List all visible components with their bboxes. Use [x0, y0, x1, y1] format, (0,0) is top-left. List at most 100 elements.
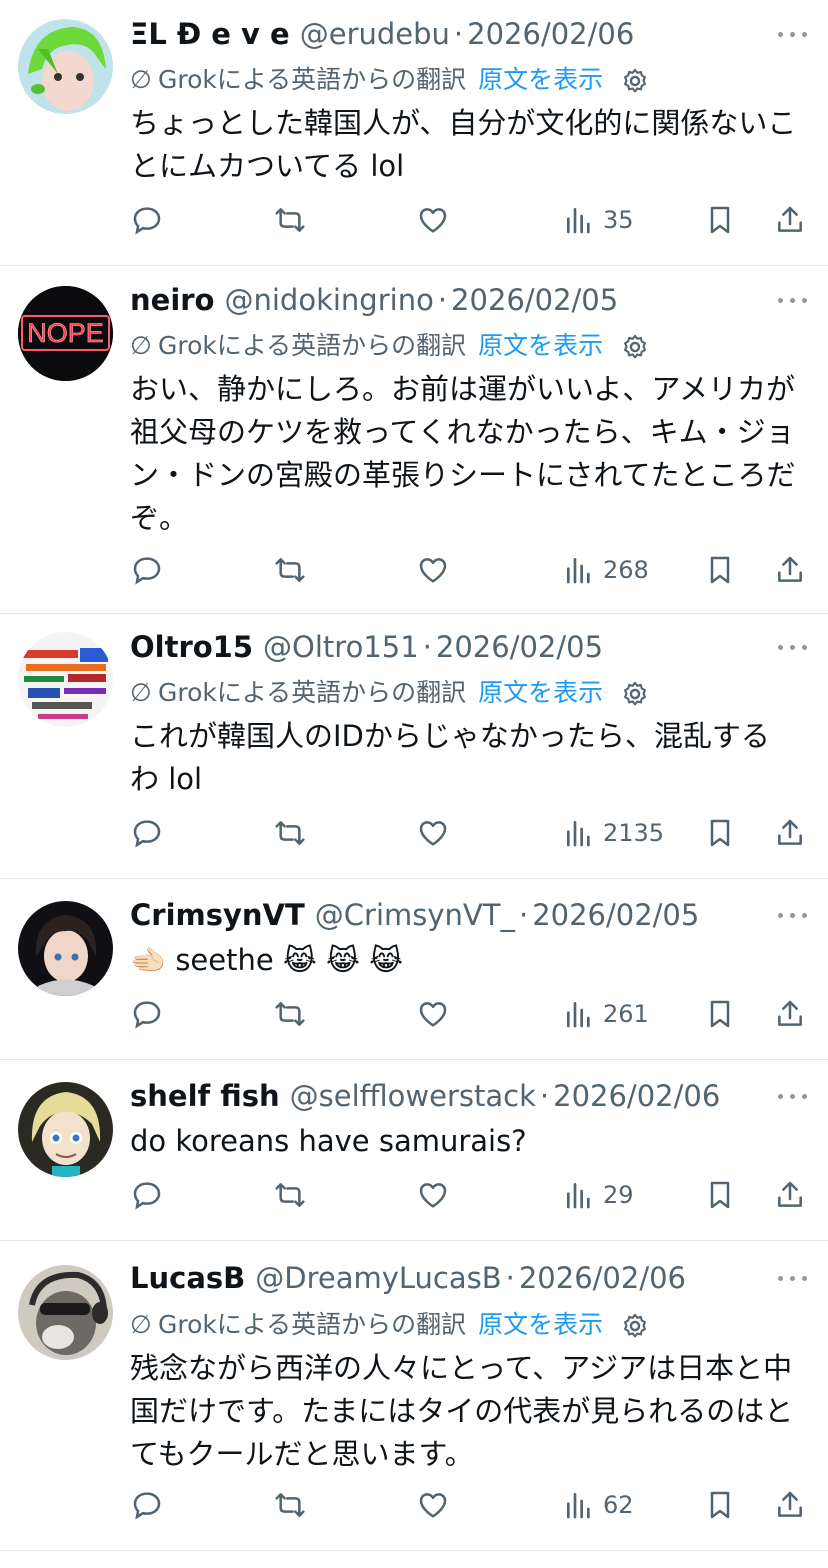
post-body: ちょっとした韓国人が、自分が文化的に関係ないことにムカついてる lol [130, 106, 797, 183]
more-icon[interactable] [776, 900, 810, 930]
view-count: 268 [603, 556, 649, 584]
separator: · [505, 1261, 515, 1295]
handle[interactable]: @selfflowerstack [290, 1079, 536, 1113]
repost-icon [275, 558, 305, 582]
repost-icon [275, 1002, 305, 1026]
handle[interactable]: @Oltro151 [263, 630, 419, 664]
handle[interactable]: @CrimsynVT_ [315, 898, 515, 932]
display-name[interactable]: ΞL Đ e v e [130, 17, 290, 51]
post-body: 残念ながら西洋の人々にとって、アジアは日本と中国だけです。たまにはタイの代表が見… [130, 1351, 794, 1471]
avatar[interactable]: NOPE [18, 286, 113, 381]
reply-icon [133, 207, 161, 235]
show-original-link[interactable]: 原文を表示 [478, 678, 603, 707]
post-header: shelf fish @selfflowerstack · 2026/02/06 [130, 1076, 768, 1116]
views-icon [567, 1493, 590, 1519]
display-name[interactable]: shelf fish [130, 1079, 280, 1113]
translate-slash-icon: ∅ [130, 678, 152, 707]
post-header: Oltro15 @Oltro151 · 2026/02/05 [130, 627, 768, 667]
display-name[interactable]: Oltro15 [130, 630, 253, 664]
views-icon [567, 821, 590, 847]
avatar[interactable] [18, 632, 113, 727]
handle[interactable]: @DreamyLucasB [255, 1261, 501, 1295]
like-icon [419, 1493, 447, 1518]
post-date[interactable]: 2026/02/06 [519, 1261, 686, 1295]
action-bar: 35 [0, 198, 828, 242]
handle[interactable]: @nidokingrino [224, 283, 433, 317]
post[interactable]: LucasB @DreamyLucasB · 2026/02/06 ∅ Grokによる英… [0, 1241, 828, 1551]
show-original-link[interactable]: 原文を表示 [478, 65, 603, 94]
share-icon [778, 1000, 802, 1026]
bookmark-icon [710, 1491, 730, 1519]
repost-icon [275, 1493, 305, 1517]
reply-icon [133, 820, 161, 848]
post-date[interactable]: 2026/02/06 [467, 17, 634, 51]
display-name[interactable]: CrimsynVT [130, 898, 305, 932]
show-original-link[interactable]: 原文を表示 [478, 1310, 603, 1339]
post-date[interactable]: 2026/02/05 [436, 630, 603, 664]
separator: · [539, 1079, 550, 1113]
post[interactable]: CrimsynVT @CrimsynVT_ · 2026/02/05 🫲🏻 seeth… [0, 879, 828, 1060]
post-body: おい、静かにしろ。お前は運がいいよ、アメリカが祖父母のケツを救ってくれなかったら… [130, 372, 796, 535]
gear-icon[interactable] [621, 333, 649, 361]
bookmark-icon [710, 556, 730, 584]
views-icon [567, 1002, 590, 1028]
more-icon[interactable] [776, 1081, 810, 1111]
share-icon [778, 556, 802, 582]
avatar-sign-text: NOPE [27, 318, 104, 348]
views-icon [567, 1183, 590, 1209]
gear-icon[interactable] [621, 1312, 649, 1340]
post-body: do koreans have samurais? [130, 1124, 527, 1158]
more-icon[interactable] [776, 19, 810, 49]
translate-slash-icon: ∅ [130, 331, 152, 360]
views-icon [567, 558, 590, 584]
view-count: 35 [603, 206, 634, 234]
text-collage-avatar-icon [18, 632, 113, 727]
post-body: これが韓国人のIDからじゃなかったら、混乱するわ lol [130, 719, 770, 796]
more-icon[interactable] [776, 1263, 810, 1293]
post-date[interactable]: 2026/02/05 [451, 283, 618, 317]
more-icon[interactable] [776, 285, 810, 315]
avatar[interactable] [18, 1082, 113, 1177]
avatar[interactable] [18, 901, 113, 996]
gear-icon[interactable] [621, 67, 649, 95]
show-original-link[interactable]: 原文を表示 [478, 331, 603, 360]
reply-icon [133, 1001, 161, 1029]
separator: · [453, 17, 464, 51]
blonde-anime-avatar-icon [18, 1082, 113, 1177]
post[interactable]: shelf fish @selfflowerstack · 2026/02/06 do… [0, 1060, 828, 1241]
translate-slash-icon: ∅ [130, 65, 152, 94]
like-icon [419, 1002, 447, 1027]
handle[interactable]: @erudebu [300, 17, 450, 51]
display-name[interactable]: LucasB [130, 1261, 245, 1295]
gear-icon[interactable] [621, 680, 649, 708]
bookmark-icon [710, 1000, 730, 1028]
view-count: 261 [603, 1000, 649, 1028]
action-bar: 62 [0, 1483, 828, 1527]
views-icon [567, 208, 590, 234]
separator: · [422, 630, 432, 664]
translation-bar: ∅ Grokによる英語からの翻訳 原文を表示 [130, 675, 649, 711]
share-icon [778, 1491, 802, 1517]
avatar[interactable] [18, 1265, 113, 1360]
post[interactable]: Oltro15 @Oltro151 · 2026/02/05 ∅ Grokによる英語から… [0, 614, 828, 879]
translation-bar: ∅ Grokによる英語からの翻訳 原文を表示 [130, 1307, 649, 1343]
grok-translation-label: Grokによる英語からの翻訳 [158, 1310, 467, 1339]
post[interactable]: NOPE neiro @nidokingrino · 2026/02/05 ∅ Grok… [0, 266, 828, 614]
post-header: ΞL Đ e v e @erudebu · 2026/02/06 [130, 14, 768, 54]
post-date[interactable]: 2026/02/05 [532, 898, 699, 932]
grok-translation-label: Grokによる英語からの翻訳 [158, 678, 467, 707]
share-icon [778, 1181, 802, 1207]
action-bar: 2135 [0, 811, 828, 855]
avatar[interactable] [18, 19, 113, 114]
green-haired-anime-avatar-icon [18, 19, 113, 114]
translation-bar: ∅ Grokによる英語からの翻訳 原文を表示 [130, 62, 649, 98]
post-header: LucasB @DreamyLucasB · 2026/02/06 [130, 1258, 768, 1298]
post-date[interactable]: 2026/02/06 [553, 1079, 720, 1113]
like-icon [419, 1183, 447, 1208]
more-icon[interactable] [776, 632, 810, 662]
like-icon [419, 821, 447, 846]
translation-bar: ∅ Grokによる英語からの翻訳 原文を表示 [130, 328, 649, 364]
post[interactable]: ΞL Đ e v e @erudebu · 2026/02/06 ∅ Grokによる英語… [0, 0, 828, 266]
bookmark-icon [710, 1181, 730, 1209]
display-name[interactable]: neiro [130, 283, 214, 317]
